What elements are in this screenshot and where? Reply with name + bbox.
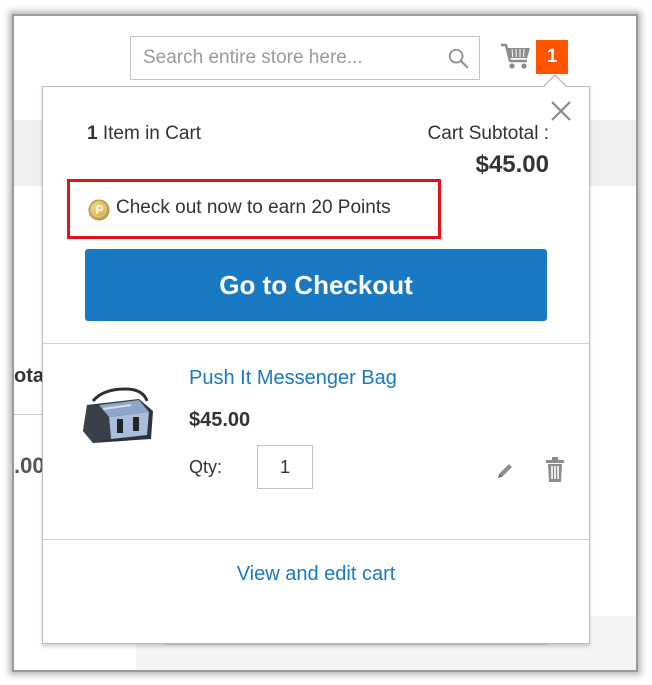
product-name-link[interactable]: Push It Messenger Bag xyxy=(189,367,397,390)
divider xyxy=(43,539,589,540)
reward-points-message: Check out now to earn 20 Points xyxy=(116,197,391,218)
subtotal-label: Cart Subtotal : xyxy=(427,123,549,144)
qty-label: Qty: xyxy=(189,457,223,477)
search-input[interactable] xyxy=(131,37,431,79)
trash-icon[interactable] xyxy=(545,457,565,483)
pencil-icon[interactable] xyxy=(495,461,515,481)
search-box xyxy=(130,36,480,80)
reward-points-highlight: Check out now to earn 20 Points xyxy=(67,179,441,239)
search-icon[interactable] xyxy=(447,47,469,69)
background-column-header: otal xyxy=(14,365,42,387)
product-thumbnail[interactable] xyxy=(73,377,163,457)
view-and-edit-cart-link[interactable]: View and edit cart xyxy=(43,563,589,586)
background-summary-divider xyxy=(164,644,548,645)
screenshot-frame: otal .00 1 1 Item in xyxy=(12,14,638,672)
cart-count-badge: 1 xyxy=(536,40,568,74)
background-column-value: .00 xyxy=(14,453,42,478)
reward-points-coin-icon xyxy=(88,199,110,221)
items-count: 1 Item in Cart xyxy=(87,123,201,145)
divider xyxy=(43,343,589,344)
items-count-number: 1 xyxy=(87,123,98,144)
subtotal-amount: $45.00 xyxy=(475,151,549,178)
qty-input[interactable] xyxy=(257,445,313,489)
background-divider xyxy=(14,414,42,415)
product-price: $45.00 xyxy=(189,409,251,431)
minicart-toggle-button[interactable]: 1 xyxy=(500,38,572,78)
items-count-label: Item in Cart xyxy=(102,123,202,144)
go-to-checkout-button[interactable]: Go to Checkout xyxy=(85,249,547,321)
close-icon[interactable] xyxy=(549,99,573,123)
minicart-dropdown: 1 Item in Cart Cart Subtotal : $45.00 Ch… xyxy=(42,74,590,644)
cart-icon xyxy=(501,43,530,69)
